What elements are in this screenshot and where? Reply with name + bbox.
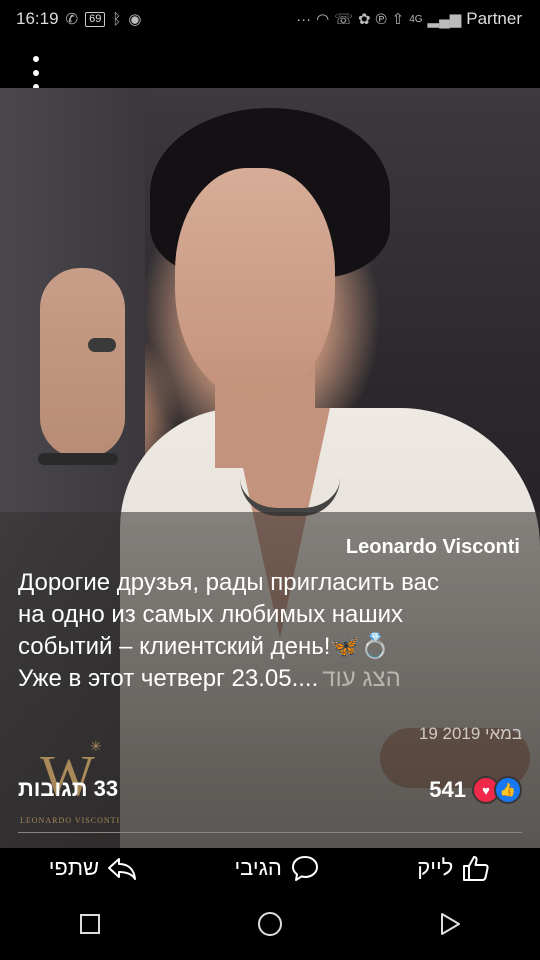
- reactions-count: 541: [429, 777, 466, 802]
- comment-icon: [291, 856, 318, 881]
- see-more-link[interactable]: הצג עוד: [322, 665, 401, 692]
- reactions-summary[interactable]: 541 ♥ 👍: [429, 776, 522, 804]
- share-label: שתפי: [48, 855, 100, 880]
- home-button[interactable]: [250, 904, 290, 944]
- logo-text: LEONARDO VISCONTI: [20, 816, 121, 825]
- like-button[interactable]: לייק: [417, 854, 491, 882]
- post-text[interactable]: Дорогие друзья, рады пригласить вас на о…: [18, 567, 528, 695]
- face-shape: [175, 168, 335, 398]
- carrier-name: Partner: [466, 9, 522, 28]
- signal-icon: ▂▄▆: [427, 11, 462, 28]
- post-text-line: Дорогие друзья, рады пригласить вас: [18, 569, 440, 596]
- post-text-line: на одно из самых любимых наших: [18, 601, 404, 628]
- more-dots-icon: ···: [296, 10, 312, 28]
- viber-icon: ☏: [334, 11, 353, 28]
- comment-label: הגיבי: [234, 855, 282, 880]
- share-icon: [108, 858, 137, 880]
- post-text-line: событий – клиентский день!🦋💍: [18, 633, 391, 660]
- viewer-top-bar: [0, 38, 540, 90]
- square-icon: [80, 914, 100, 934]
- pinterest-icon: ℗: [375, 10, 387, 28]
- thumbs-up-icon: [463, 856, 489, 881]
- circle-icon: [258, 912, 282, 936]
- back-button[interactable]: [430, 904, 470, 944]
- logo-star-icon: ✳: [90, 738, 102, 754]
- action-bar: שתפי הגיבי לייק: [0, 848, 540, 888]
- ring-shape: [88, 338, 116, 352]
- like-label: לייק: [417, 855, 454, 880]
- like-icon: 👍: [494, 776, 522, 804]
- network-type: 4G: [409, 13, 423, 25]
- battery-icon: 69: [85, 11, 106, 27]
- hand-shape: [40, 268, 125, 458]
- eye-icon: ◉: [128, 11, 142, 28]
- wifi-icon: ◠: [316, 11, 330, 28]
- bluetooth-icon: ᛒ: [112, 10, 122, 28]
- system-nav-bar: [0, 888, 540, 960]
- comment-button[interactable]: הגיבי: [234, 854, 319, 882]
- more-options-icon[interactable]: [26, 56, 46, 90]
- triangle-icon: [441, 913, 460, 935]
- status-bar: 16:19 ✆ 69 ᛒ ◉ ··· ◠ ☏ ✿ ℗ ⇧ 4G ▂▄▆ Part…: [0, 0, 540, 38]
- missed-call-icon: ✆: [65, 11, 79, 28]
- share-button[interactable]: שתפי: [49, 855, 137, 881]
- bracelet-shape: [38, 453, 118, 465]
- app-icon: ✿: [357, 11, 371, 28]
- comments-count[interactable]: 33 תגובות: [18, 776, 118, 802]
- recent-apps-button[interactable]: [70, 904, 110, 944]
- post-text-line-last: Уже в этот четверг 23.05.... הצג עוד: [18, 665, 401, 692]
- status-time: 16:19: [16, 9, 59, 28]
- divider: [18, 832, 522, 833]
- upload-icon: ⇧: [391, 11, 405, 28]
- post-date: 19 במאי 2019: [418, 724, 522, 743]
- post-author[interactable]: Leonardo Visconti: [346, 536, 520, 559]
